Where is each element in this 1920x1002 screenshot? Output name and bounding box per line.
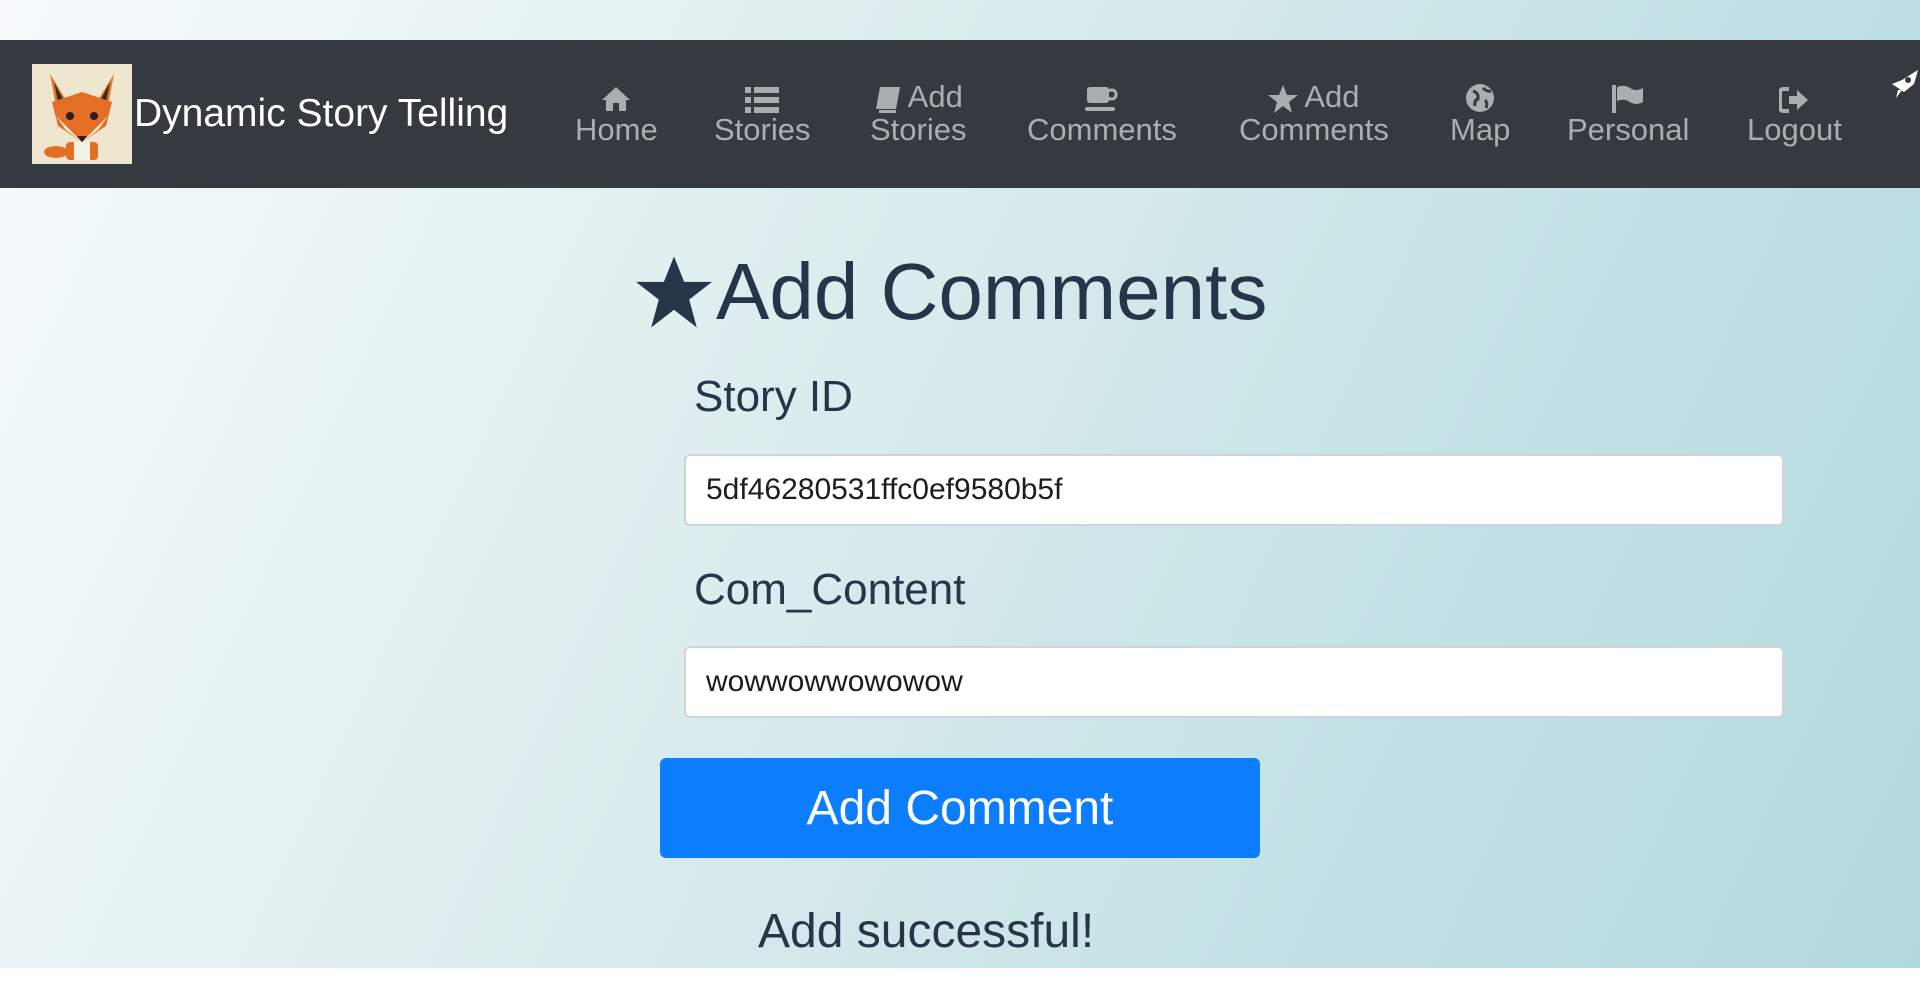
status-message: Add successful! <box>758 905 1095 958</box>
nav-comments-label: Comments <box>1027 112 1177 147</box>
star-icon <box>636 256 712 328</box>
nav-add-stories[interactable]: Add Stories <box>870 80 966 146</box>
logout-icon <box>1779 80 1809 113</box>
content-input[interactable] <box>684 646 1784 718</box>
nav-add-comments[interactable]: Add Comments <box>1239 80 1389 146</box>
page-title: Add Comments <box>636 247 1267 336</box>
brand-title: Dynamic Story Telling <box>134 92 509 135</box>
nav-logout[interactable]: Logout <box>1747 80 1842 146</box>
nav-home-label: Home <box>575 112 658 147</box>
list-icon <box>745 80 780 113</box>
fox-logo <box>32 64 132 164</box>
flag-icon <box>1612 80 1644 113</box>
nav-map[interactable]: Map <box>1450 80 1510 146</box>
nav-map-label: Map <box>1450 112 1511 147</box>
page-title-text: Add Comments <box>716 247 1268 336</box>
nav-stories[interactable]: Stories <box>714 80 810 146</box>
story-id-input[interactable] <box>684 454 1784 526</box>
nav-personal[interactable]: Personal <box>1567 80 1689 146</box>
nav-personal-label: Personal <box>1567 112 1690 147</box>
nav-logout-label: Logout <box>1747 112 1842 147</box>
brand[interactable]: Dynamic Story Telling <box>32 64 508 164</box>
story-id-label: Story ID <box>694 372 853 421</box>
nav-add-stories-line2: Stories <box>870 112 967 147</box>
nav-comments[interactable]: Comments <box>1027 80 1177 146</box>
content-label: Com_Content <box>694 565 966 614</box>
navbar: Dynamic Story Telling Home Stories Add S… <box>0 40 1920 188</box>
nav-add-stories-line1: Add <box>907 79 963 114</box>
nav-stories-label: Stories <box>714 112 811 147</box>
nav-add-comments-line1: Add <box>1304 79 1360 114</box>
home-icon <box>600 80 632 113</box>
add-comment-button[interactable]: Add Comment <box>660 758 1260 858</box>
book-icon <box>874 80 902 113</box>
globe-icon <box>1465 80 1495 113</box>
star-icon <box>1268 80 1299 113</box>
nav-add-comments-line2: Comments <box>1239 112 1389 147</box>
nav-home[interactable]: Home <box>575 80 658 146</box>
rocket-icon <box>1888 66 1920 102</box>
coffee-icon <box>1084 80 1119 113</box>
